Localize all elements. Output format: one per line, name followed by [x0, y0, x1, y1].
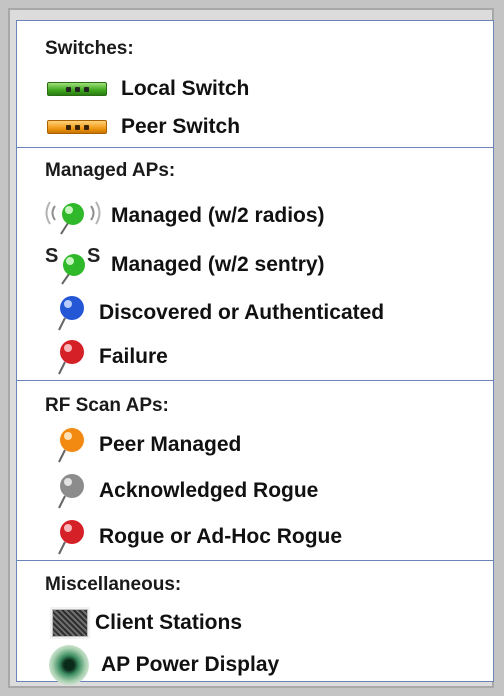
green-pin-radio-icon [45, 201, 101, 235]
legend-item-ap-power-display: AP Power Display [17, 643, 493, 687]
local-switch-icon [47, 82, 107, 96]
section-title-switches: Switches: [45, 38, 134, 59]
peer-switch-icon [47, 120, 107, 134]
legend-label: Local Switch [121, 77, 250, 100]
sentry-s-glyph: S [87, 245, 100, 267]
legend-item-failure: Failure [17, 338, 493, 376]
legend-label: Client Stations [95, 611, 243, 634]
ap-power-display-icon [49, 645, 89, 685]
section-managed-aps: Managed APs: Managed (w/2 radios) S S Ma… [17, 147, 493, 380]
blue-pin-icon [58, 296, 84, 331]
section-miscellaneous: Miscellaneous: Client Stations AP Power … [17, 560, 493, 685]
green-pin-sentry-icon: S S [45, 245, 100, 285]
legend-item-peer-managed: Peer Managed [17, 426, 493, 464]
legend-label: Peer Managed [99, 433, 242, 456]
legend-item-discovered: Discovered or Authenticated [17, 294, 493, 332]
legend-item-managed-radios: Managed (w/2 radios) [17, 196, 493, 236]
legend-label: Discovered or Authenticated [99, 301, 385, 324]
red-pin-icon [58, 340, 84, 375]
legend-label: Peer Switch [121, 115, 241, 138]
legend-item-client-stations: Client Stations [17, 605, 493, 641]
legend-item-acknowledged-rogue: Acknowledged Rogue [17, 472, 493, 510]
client-station-icon [52, 609, 88, 637]
legend-item-local-switch: Local Switch [17, 71, 493, 107]
legend-item-peer-switch: Peer Switch [17, 109, 493, 145]
section-switches: Switches: Local Switch Peer Switch [17, 21, 493, 147]
legend-label: Managed (w/2 radios) [111, 204, 325, 227]
section-title-miscellaneous: Miscellaneous: [45, 574, 182, 595]
gray-pin-icon [58, 474, 84, 509]
legend-label: Rogue or Ad-Hoc Rogue [99, 525, 343, 548]
legend-panel: Switches: Local Switch Peer Switch Manag… [16, 20, 494, 685]
legend-label: Failure [99, 345, 168, 368]
section-rf-scan-aps: RF Scan APs: Peer Managed Acknowledged R… [17, 380, 493, 560]
red-pin-icon [58, 520, 84, 555]
legend-label: Managed (w/2 sentry) [111, 253, 325, 276]
orange-pin-icon [58, 428, 84, 463]
legend-label: AP Power Display [101, 653, 280, 676]
legend-item-managed-sentry: S S Managed (w/2 sentry) [17, 244, 493, 286]
legend-item-rogue-adhoc: Rogue or Ad-Hoc Rogue [17, 518, 493, 556]
section-title-managed-aps: Managed APs: [45, 160, 176, 181]
section-title-rf-scan-aps: RF Scan APs: [45, 395, 169, 416]
sentry-s-glyph: S [45, 245, 58, 267]
legend-label: Acknowledged Rogue [99, 479, 319, 502]
